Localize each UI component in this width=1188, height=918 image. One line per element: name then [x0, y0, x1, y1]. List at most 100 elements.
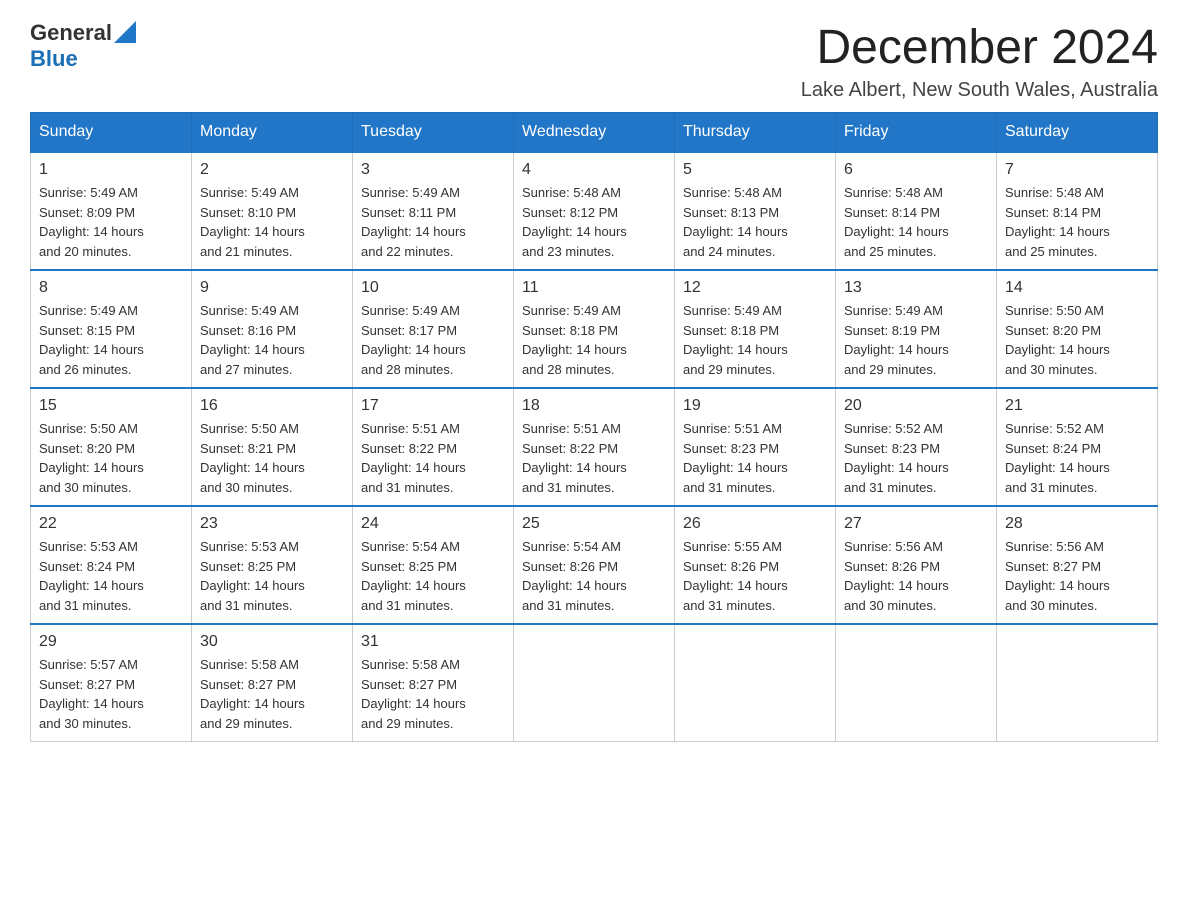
calendar-day-cell: 4 Sunrise: 5:48 AM Sunset: 8:12 PM Dayli…	[514, 152, 675, 270]
day-info: Sunrise: 5:55 AM Sunset: 8:26 PM Dayligh…	[683, 537, 827, 615]
calendar-day-cell: 22 Sunrise: 5:53 AM Sunset: 8:24 PM Dayl…	[31, 506, 192, 624]
calendar-day-cell: 10 Sunrise: 5:49 AM Sunset: 8:17 PM Dayl…	[353, 270, 514, 388]
day-info: Sunrise: 5:49 AM Sunset: 8:15 PM Dayligh…	[39, 301, 183, 379]
day-number: 1	[39, 161, 183, 179]
sunrise-label: Sunrise: 5:52 AM	[844, 421, 943, 436]
calendar-header-row: SundayMondayTuesdayWednesdayThursdayFrid…	[31, 113, 1158, 153]
daylight-minutes: and 31 minutes.	[522, 598, 615, 613]
day-number: 10	[361, 279, 505, 297]
daylight-minutes: and 31 minutes.	[200, 598, 293, 613]
daylight-minutes: and 31 minutes.	[522, 480, 615, 495]
day-number: 19	[683, 397, 827, 415]
calendar-day-cell: 8 Sunrise: 5:49 AM Sunset: 8:15 PM Dayli…	[31, 270, 192, 388]
day-info: Sunrise: 5:49 AM Sunset: 8:09 PM Dayligh…	[39, 183, 183, 261]
day-info: Sunrise: 5:49 AM Sunset: 8:18 PM Dayligh…	[522, 301, 666, 379]
sunrise-label: Sunrise: 5:56 AM	[1005, 539, 1104, 554]
day-number: 2	[200, 161, 344, 179]
calendar-day-header: Wednesday	[514, 113, 675, 153]
daylight-label: Daylight: 14 hours	[1005, 342, 1110, 357]
calendar-day-cell: 31 Sunrise: 5:58 AM Sunset: 8:27 PM Dayl…	[353, 624, 514, 742]
sunset-label: Sunset: 8:18 PM	[522, 323, 618, 338]
day-number: 25	[522, 515, 666, 533]
sunrise-label: Sunrise: 5:50 AM	[200, 421, 299, 436]
calendar-day-header: Sunday	[31, 113, 192, 153]
sunset-label: Sunset: 8:25 PM	[200, 559, 296, 574]
daylight-label: Daylight: 14 hours	[522, 578, 627, 593]
day-info: Sunrise: 5:53 AM Sunset: 8:25 PM Dayligh…	[200, 537, 344, 615]
daylight-label: Daylight: 14 hours	[39, 342, 144, 357]
calendar-day-cell: 20 Sunrise: 5:52 AM Sunset: 8:23 PM Dayl…	[836, 388, 997, 506]
calendar-day-cell	[997, 624, 1158, 742]
calendar-day-header: Saturday	[997, 113, 1158, 153]
daylight-minutes: and 26 minutes.	[39, 362, 132, 377]
day-info: Sunrise: 5:51 AM Sunset: 8:22 PM Dayligh…	[522, 419, 666, 497]
day-info: Sunrise: 5:56 AM Sunset: 8:26 PM Dayligh…	[844, 537, 988, 615]
day-number: 6	[844, 161, 988, 179]
day-info: Sunrise: 5:49 AM Sunset: 8:11 PM Dayligh…	[361, 183, 505, 261]
sunset-label: Sunset: 8:16 PM	[200, 323, 296, 338]
sunset-label: Sunset: 8:15 PM	[39, 323, 135, 338]
day-info: Sunrise: 5:58 AM Sunset: 8:27 PM Dayligh…	[361, 655, 505, 733]
sunset-label: Sunset: 8:11 PM	[361, 205, 456, 220]
daylight-label: Daylight: 14 hours	[361, 342, 466, 357]
day-number: 16	[200, 397, 344, 415]
daylight-minutes: and 28 minutes.	[522, 362, 615, 377]
day-info: Sunrise: 5:50 AM Sunset: 8:20 PM Dayligh…	[39, 419, 183, 497]
calendar-day-cell	[514, 624, 675, 742]
day-number: 3	[361, 161, 505, 179]
daylight-minutes: and 30 minutes.	[1005, 362, 1098, 377]
calendar-day-cell: 18 Sunrise: 5:51 AM Sunset: 8:22 PM Dayl…	[514, 388, 675, 506]
sunset-label: Sunset: 8:19 PM	[844, 323, 940, 338]
sunrise-label: Sunrise: 5:49 AM	[200, 185, 299, 200]
daylight-label: Daylight: 14 hours	[683, 342, 788, 357]
daylight-minutes: and 20 minutes.	[39, 244, 132, 259]
sunset-label: Sunset: 8:20 PM	[1005, 323, 1101, 338]
daylight-minutes: and 31 minutes.	[683, 480, 776, 495]
calendar-day-cell: 12 Sunrise: 5:49 AM Sunset: 8:18 PM Dayl…	[675, 270, 836, 388]
calendar-day-cell: 29 Sunrise: 5:57 AM Sunset: 8:27 PM Dayl…	[31, 624, 192, 742]
day-info: Sunrise: 5:51 AM Sunset: 8:23 PM Dayligh…	[683, 419, 827, 497]
daylight-minutes: and 28 minutes.	[361, 362, 454, 377]
day-info: Sunrise: 5:49 AM Sunset: 8:16 PM Dayligh…	[200, 301, 344, 379]
calendar-day-cell: 11 Sunrise: 5:49 AM Sunset: 8:18 PM Dayl…	[514, 270, 675, 388]
day-number: 24	[361, 515, 505, 533]
calendar-week-row: 1 Sunrise: 5:49 AM Sunset: 8:09 PM Dayli…	[31, 152, 1158, 270]
daylight-label: Daylight: 14 hours	[844, 224, 949, 239]
daylight-minutes: and 25 minutes.	[1005, 244, 1098, 259]
day-info: Sunrise: 5:50 AM Sunset: 8:21 PM Dayligh…	[200, 419, 344, 497]
day-number: 26	[683, 515, 827, 533]
day-number: 22	[39, 515, 183, 533]
daylight-label: Daylight: 14 hours	[522, 224, 627, 239]
location-subtitle: Lake Albert, New South Wales, Australia	[801, 79, 1158, 102]
day-info: Sunrise: 5:52 AM Sunset: 8:23 PM Dayligh…	[844, 419, 988, 497]
day-info: Sunrise: 5:56 AM Sunset: 8:27 PM Dayligh…	[1005, 537, 1149, 615]
calendar-day-cell: 26 Sunrise: 5:55 AM Sunset: 8:26 PM Dayl…	[675, 506, 836, 624]
logo-general-text: General	[30, 20, 112, 46]
sunrise-label: Sunrise: 5:53 AM	[39, 539, 138, 554]
calendar-day-cell: 19 Sunrise: 5:51 AM Sunset: 8:23 PM Dayl…	[675, 388, 836, 506]
daylight-label: Daylight: 14 hours	[844, 460, 949, 475]
calendar-day-cell: 28 Sunrise: 5:56 AM Sunset: 8:27 PM Dayl…	[997, 506, 1158, 624]
sunset-label: Sunset: 8:27 PM	[1005, 559, 1101, 574]
sunset-label: Sunset: 8:22 PM	[361, 441, 457, 456]
calendar-day-header: Tuesday	[353, 113, 514, 153]
daylight-minutes: and 29 minutes.	[683, 362, 776, 377]
day-number: 13	[844, 279, 988, 297]
daylight-minutes: and 30 minutes.	[1005, 598, 1098, 613]
sunset-label: Sunset: 8:12 PM	[522, 205, 618, 220]
day-number: 23	[200, 515, 344, 533]
calendar-day-cell: 15 Sunrise: 5:50 AM Sunset: 8:20 PM Dayl…	[31, 388, 192, 506]
day-info: Sunrise: 5:48 AM Sunset: 8:14 PM Dayligh…	[1005, 183, 1149, 261]
daylight-label: Daylight: 14 hours	[1005, 578, 1110, 593]
calendar-day-cell: 21 Sunrise: 5:52 AM Sunset: 8:24 PM Dayl…	[997, 388, 1158, 506]
daylight-label: Daylight: 14 hours	[361, 578, 466, 593]
daylight-label: Daylight: 14 hours	[844, 578, 949, 593]
daylight-minutes: and 31 minutes.	[683, 598, 776, 613]
sunrise-label: Sunrise: 5:51 AM	[361, 421, 460, 436]
sunrise-label: Sunrise: 5:53 AM	[200, 539, 299, 554]
sunrise-label: Sunrise: 5:58 AM	[361, 657, 460, 672]
daylight-label: Daylight: 14 hours	[361, 460, 466, 475]
day-number: 18	[522, 397, 666, 415]
calendar-day-cell: 13 Sunrise: 5:49 AM Sunset: 8:19 PM Dayl…	[836, 270, 997, 388]
daylight-minutes: and 30 minutes.	[39, 480, 132, 495]
